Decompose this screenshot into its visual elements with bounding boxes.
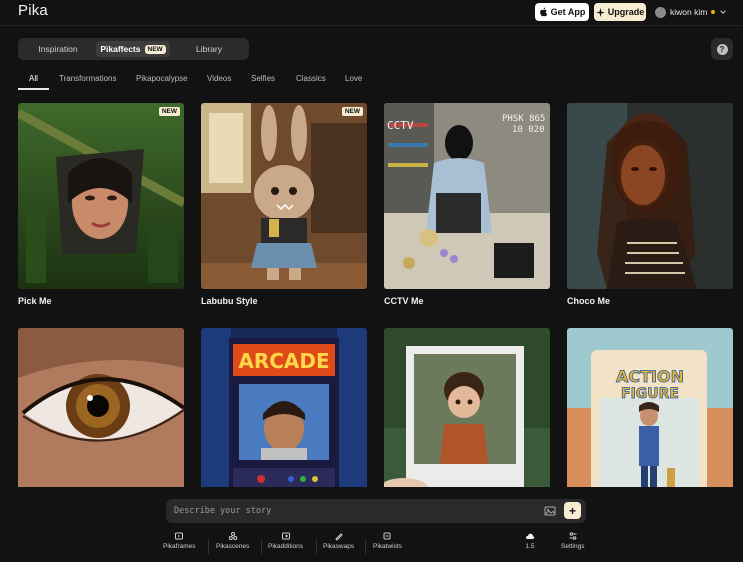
credits[interactable]: 1.5 (525, 531, 535, 557)
section-switcher: Inspiration Pikaffects NEW Library (18, 38, 249, 60)
get-app-button[interactable]: Get App (535, 3, 589, 21)
settings-label: Settings (561, 543, 585, 550)
settings-button[interactable]: Settings (561, 531, 585, 557)
tool-label: Pikaframes (163, 543, 196, 550)
brush-icon (334, 533, 343, 541)
get-app-label: Get App (550, 7, 586, 17)
tab-library-label: Library (196, 44, 222, 54)
send-button[interactable]: + (564, 502, 581, 519)
tool-pikaswaps[interactable]: Pikaswaps (323, 531, 354, 557)
new-badge: NEW (158, 107, 180, 116)
category-classics[interactable]: Classics (296, 74, 326, 83)
divider (208, 540, 209, 554)
thumbnail: NEW (18, 103, 184, 289)
cctv-timestamp: PHSK 865 (502, 114, 545, 124)
effect-card-cctv-me[interactable]: PHSK 865 10 020 CCTV CCTV Me (384, 103, 550, 306)
action-figure-title: ACTION (616, 367, 684, 386)
divider (365, 540, 366, 554)
thumbnail (567, 103, 733, 289)
additions-icon (281, 532, 290, 540)
svg-text:10 020: 10 020 (512, 125, 545, 135)
card-title: Pick Me (18, 296, 52, 306)
image-upload-icon[interactable] (544, 505, 556, 517)
category-transformations[interactable]: Transformations (59, 74, 117, 83)
category-selfies[interactable]: Selfies (251, 74, 275, 83)
svg-text:FIGURE: FIGURE (621, 386, 679, 402)
tool-label: Pikaswaps (323, 543, 355, 550)
card-title: Choco Me (567, 296, 611, 306)
divider (261, 540, 262, 554)
effect-card-choco-me[interactable]: Choco Me (567, 103, 733, 306)
help-icon: ? (716, 43, 728, 55)
tool-label: Pikatwists (373, 543, 402, 550)
upgrade-button[interactable]: Upgrade (594, 3, 646, 21)
effect-card-labubu-style[interactable]: NEW Labubu Style (201, 103, 367, 306)
apple-icon (539, 7, 547, 17)
status-dot (711, 10, 716, 14)
tool-label: Pikascenes (216, 543, 250, 550)
new-badge: NEW (341, 107, 363, 116)
new-badge: NEW (144, 44, 166, 54)
thumbnail: NEW (201, 103, 367, 289)
tool-pikadditions[interactable]: Pikadditions (268, 531, 303, 557)
scenes-icon (228, 532, 237, 540)
active-tab-indicator (18, 88, 49, 90)
chevron-down-icon (720, 10, 727, 14)
card-title: CCTV Me (384, 296, 424, 306)
effect-card-pick-me[interactable]: NEW Pick Me (18, 103, 184, 306)
frame-icon (175, 532, 184, 540)
cloud-icon (525, 533, 535, 539)
tab-inspiration[interactable]: Inspiration (21, 41, 95, 57)
user-menu[interactable]: kiwon kim (655, 4, 727, 20)
thumbnail: PHSK 865 10 020 CCTV (384, 103, 550, 289)
pika-logo[interactable]: Pika (18, 2, 48, 19)
category-pikapocalypse[interactable]: Pikapocalypse (136, 74, 188, 83)
help-button[interactable]: ? (711, 38, 733, 60)
sparkle-icon (595, 7, 605, 17)
tool-pikaframes[interactable]: Pikaframes (163, 531, 196, 557)
prompt-input[interactable] (174, 504, 534, 518)
tab-library[interactable]: Library (172, 41, 246, 57)
category-all[interactable]: All (29, 74, 38, 83)
avatar (655, 6, 666, 18)
svg-text:CCTV: CCTV (387, 119, 414, 132)
card-title: Labubu Style (201, 296, 258, 306)
category-love[interactable]: Love (345, 74, 362, 83)
twists-icon (383, 532, 391, 540)
user-name: kiwon kim (670, 7, 708, 17)
tab-pikaffects-label: Pikaffects (100, 44, 141, 54)
top-bar: Pika Get App Upgrade kiwon kim (0, 0, 743, 26)
tab-inspiration-label: Inspiration (38, 44, 78, 54)
tool-pikascenes[interactable]: Pikascenes (216, 531, 249, 557)
sliders-icon (569, 532, 577, 540)
category-tabs: All Transformations Pikapocalypse Videos… (18, 72, 733, 90)
divider (316, 540, 317, 554)
upgrade-label: Upgrade (607, 7, 645, 17)
tab-pikaffects[interactable]: Pikaffects NEW (96, 41, 170, 57)
category-videos[interactable]: Videos (207, 74, 231, 83)
prompt-box (166, 499, 586, 523)
tool-pikatwists[interactable]: Pikatwists (373, 531, 402, 557)
credits-value: 1.5 (525, 543, 535, 550)
tool-label: Pikadditions (268, 543, 304, 550)
arcade-sign: ARCADE (238, 349, 329, 373)
